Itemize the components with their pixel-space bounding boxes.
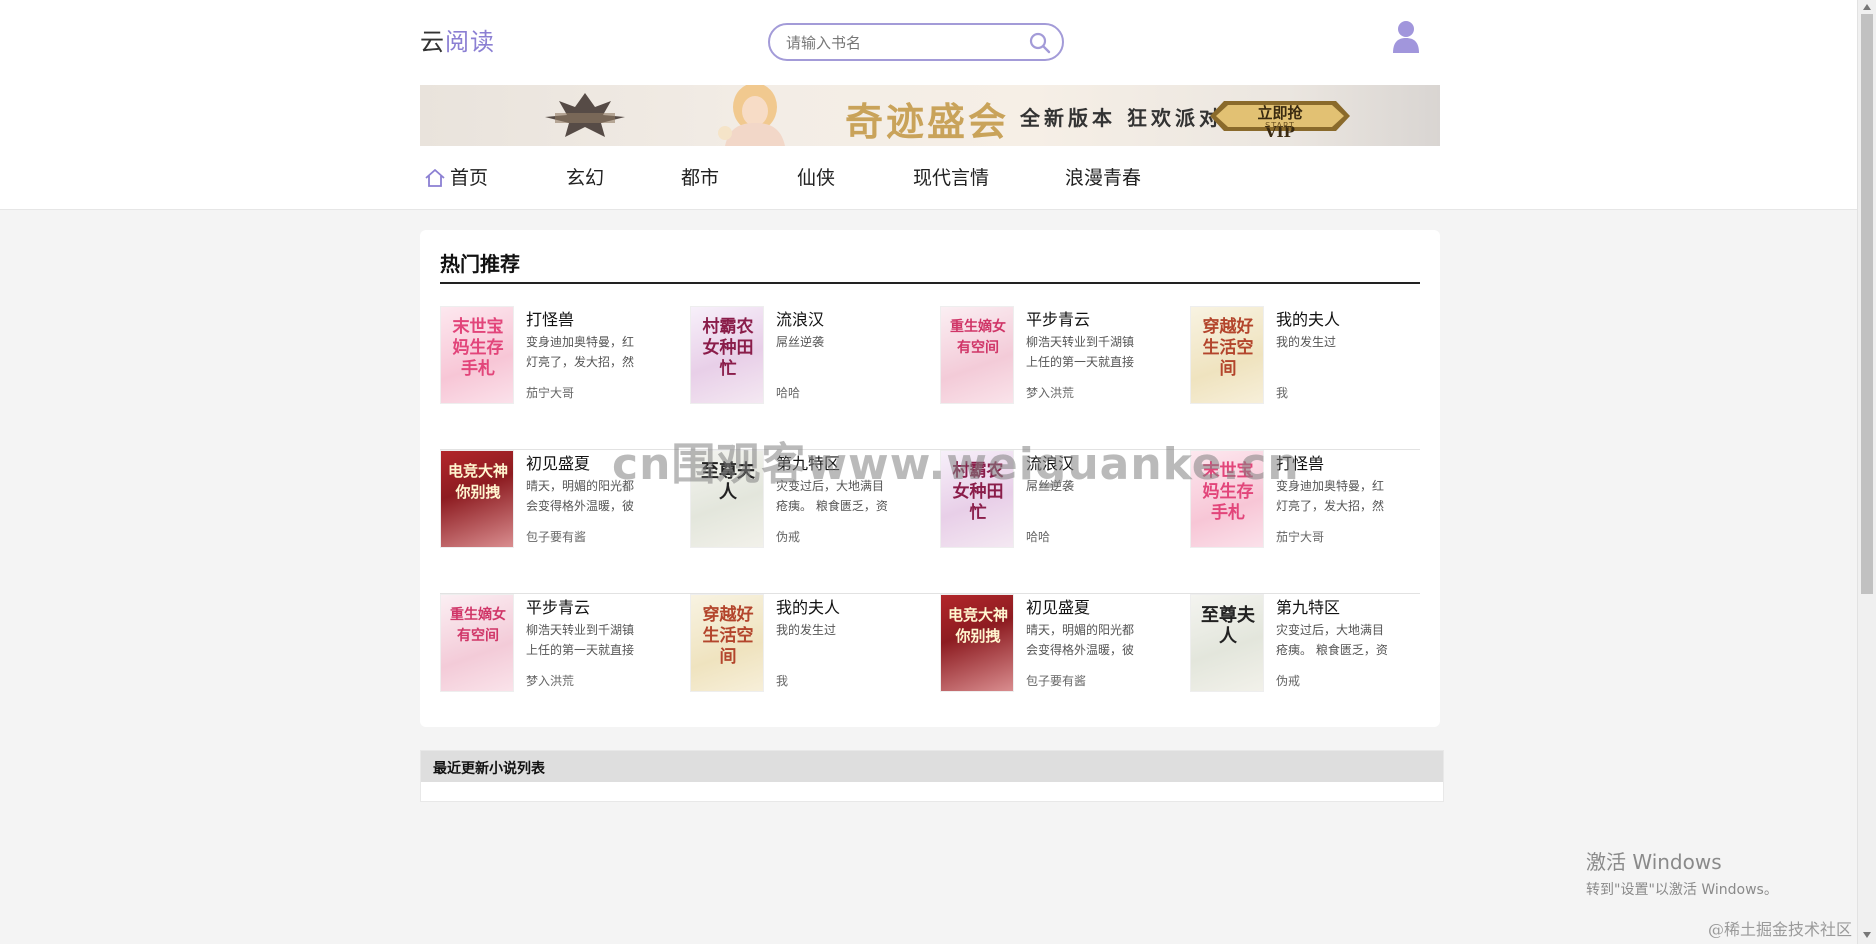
logo-text-part2: 阅读 bbox=[445, 28, 495, 56]
book-author: 茄宁大哥 bbox=[526, 386, 575, 400]
book-desc: 柳浩天转业到千湖镇上任的第一天就直接 bbox=[526, 623, 635, 657]
book-card[interactable]: 穿越好生活空间 我的夫人 我的发生过 我 bbox=[690, 594, 920, 694]
banner-slogan: 全新版本 狂欢派对 bbox=[1020, 106, 1223, 130]
banner-title: 奇迹盛会 bbox=[845, 99, 1010, 144]
book-card[interactable]: 末世宝妈生存手札 打怪兽 变身迪加奥特曼，红灯亮了，发大招，然 茄宁大哥 bbox=[440, 306, 670, 406]
book-author: 梦入洪荒 bbox=[526, 674, 575, 688]
cover-title: 电竞大神你别拽 bbox=[947, 606, 1008, 645]
cover-title: 穿越好生活空间 bbox=[1202, 317, 1254, 379]
book-author: 梦入洪荒 bbox=[1026, 386, 1075, 400]
logo-text-part1: 云 bbox=[420, 28, 445, 56]
nav-item-home[interactable]: 首页 bbox=[424, 160, 488, 196]
header: 云阅读 奇迹盛会 全新版本 狂欢派对 立即抢VIP START bbox=[0, 0, 1857, 210]
book-card[interactable]: 重生嫡女有空间 平步青云 柳浩天转业到千湖镇上任的第一天就直接 梦入洪荒 bbox=[940, 306, 1170, 406]
recent-updates-title: 最近更新小说列表 bbox=[433, 761, 545, 777]
search-box bbox=[768, 23, 1064, 61]
game-logo-icon bbox=[545, 93, 625, 137]
recent-updates-header: 最近更新小说列表 bbox=[421, 751, 1443, 782]
book-author: 哈哈 bbox=[776, 386, 801, 400]
cover-title: 村霸农女种田忙 bbox=[702, 317, 754, 379]
site-logo[interactable]: 云阅读 bbox=[420, 22, 495, 57]
cover-title: 重生嫡女有空间 bbox=[950, 319, 1006, 356]
book-author: 我 bbox=[776, 674, 789, 688]
promo-banner[interactable]: 奇迹盛会 全新版本 狂欢派对 立即抢VIP START bbox=[420, 85, 1440, 146]
book-title[interactable]: 打怪兽 bbox=[526, 306, 574, 330]
cover-title: 电竞大神你别拽 bbox=[447, 462, 508, 501]
nav-item-youth-romance[interactable]: 浪漫青春 bbox=[1065, 160, 1141, 196]
scrollbar-thumb[interactable] bbox=[1861, 14, 1873, 594]
recent-updates-panel: 最近更新小说列表 bbox=[420, 750, 1444, 802]
book-title[interactable]: 初见盛夏 bbox=[1026, 594, 1090, 618]
book-desc: 灾变过后，大地满目疮痍。 粮食匮乏，资 bbox=[1276, 623, 1388, 657]
user-avatar-icon[interactable] bbox=[1392, 20, 1420, 54]
book-card[interactable]: 村霸农女种田忙 流浪汉 屌丝逆袭 哈哈 bbox=[690, 306, 920, 406]
activation-line1: 激活 Windows bbox=[1586, 850, 1722, 874]
page-scrollbar[interactable] bbox=[1857, 0, 1876, 944]
book-desc: 我的发生过 bbox=[1276, 335, 1337, 349]
book-desc: 晴天，明媚的阳光都会变得格外温暖，彼 bbox=[1026, 623, 1135, 657]
book-card[interactable]: 电竞大神你别拽 初见盛夏 晴天，明媚的阳光都会变得格外温暖，彼 包子要有酱 bbox=[940, 594, 1170, 694]
book-cover[interactable]: 穿越好生活空间 bbox=[1190, 306, 1264, 404]
book-author: 茄宁大哥 bbox=[1276, 530, 1325, 544]
book-title[interactable]: 我的夫人 bbox=[776, 594, 840, 618]
book-title[interactable]: 平步青云 bbox=[526, 594, 590, 618]
book-author: 哈哈 bbox=[1026, 530, 1051, 544]
book-title[interactable]: 第九特区 bbox=[1276, 594, 1340, 618]
book-title[interactable]: 我的夫人 bbox=[1276, 306, 1340, 330]
scroll-down-arrow-icon[interactable] bbox=[1862, 930, 1872, 940]
windows-activation-notice: 激活 Windows 转到"设置"以激活 Windows。 bbox=[1586, 846, 1778, 899]
cover-title: 至尊夫人 bbox=[1201, 605, 1255, 647]
book-cover[interactable]: 至尊夫人 bbox=[1190, 594, 1264, 692]
scroll-up-arrow-icon[interactable] bbox=[1862, 2, 1872, 12]
section-title: 热门推荐 bbox=[440, 252, 520, 276]
section-divider bbox=[440, 282, 1420, 284]
book-title[interactable]: 初见盛夏 bbox=[526, 450, 590, 474]
book-author: 包子要有酱 bbox=[526, 530, 587, 544]
search-input[interactable] bbox=[786, 32, 1016, 54]
book-cover[interactable]: 末世宝妈生存手札 bbox=[440, 306, 514, 404]
book-card[interactable]: 至尊夫人 第九特区 灾变过后，大地满目疮痍。 粮食匮乏，资 伪戒 bbox=[1190, 594, 1420, 694]
cover-title: 穿越好生活空间 bbox=[702, 605, 754, 667]
book-author: 包子要有酱 bbox=[1026, 674, 1087, 688]
vip-button-sub: START bbox=[1265, 121, 1295, 130]
book-cover[interactable]: 电竞大神你别拽 bbox=[440, 450, 514, 548]
book-author: 伪戒 bbox=[1276, 674, 1301, 688]
book-row: 重生嫡女有空间 平步青云 柳浩天转业到千湖镇上任的第一天就直接 梦入洪荒 穿越好… bbox=[440, 594, 1420, 738]
nav-item-modern-romance[interactable]: 现代言情 bbox=[913, 160, 989, 196]
book-card[interactable]: 重生嫡女有空间 平步青云 柳浩天转业到千湖镇上任的第一天就直接 梦入洪荒 bbox=[440, 594, 670, 694]
banner-character-image bbox=[718, 85, 785, 146]
nav-item-dushi[interactable]: 都市 bbox=[681, 160, 719, 196]
book-title[interactable]: 流浪汉 bbox=[776, 306, 824, 330]
book-cover[interactable]: 重生嫡女有空间 bbox=[940, 306, 1014, 404]
search-icon[interactable] bbox=[1028, 31, 1052, 55]
nav-item-label: 首页 bbox=[450, 167, 489, 189]
book-cover[interactable]: 电竞大神你别拽 bbox=[940, 594, 1014, 692]
nav-item-xianxia[interactable]: 仙侠 bbox=[797, 160, 835, 196]
book-author: 伪戒 bbox=[776, 530, 801, 544]
activation-line2: 转到"设置"以激活 Windows。 bbox=[1586, 882, 1778, 898]
credit-watermark: @稀土掘金技术社区 bbox=[1708, 920, 1853, 939]
book-author: 我 bbox=[1276, 386, 1289, 400]
home-icon bbox=[425, 169, 445, 187]
nav-item-xuanhuan[interactable]: 玄幻 bbox=[566, 160, 604, 196]
book-cover[interactable]: 重生嫡女有空间 bbox=[440, 594, 514, 692]
book-desc: 变身迪加奥特曼，红灯亮了，发大招，然 bbox=[526, 335, 635, 369]
site-watermark: cn围观客www.weiguanke.cn bbox=[612, 439, 1300, 490]
book-card[interactable]: 穿越好生活空间 我的夫人 我的发生过 我 bbox=[1190, 306, 1420, 406]
book-desc: 我的发生过 bbox=[776, 623, 837, 637]
book-desc: 屌丝逆袭 bbox=[776, 335, 825, 349]
book-cover[interactable]: 穿越好生活空间 bbox=[690, 594, 764, 692]
book-cover[interactable]: 村霸农女种田忙 bbox=[690, 306, 764, 404]
book-title[interactable]: 平步青云 bbox=[1026, 306, 1090, 330]
book-desc: 柳浩天转业到千湖镇上任的第一天就直接 bbox=[1026, 335, 1135, 369]
cover-title: 末世宝妈生存手札 bbox=[452, 317, 504, 379]
cover-title: 重生嫡女有空间 bbox=[450, 607, 506, 644]
